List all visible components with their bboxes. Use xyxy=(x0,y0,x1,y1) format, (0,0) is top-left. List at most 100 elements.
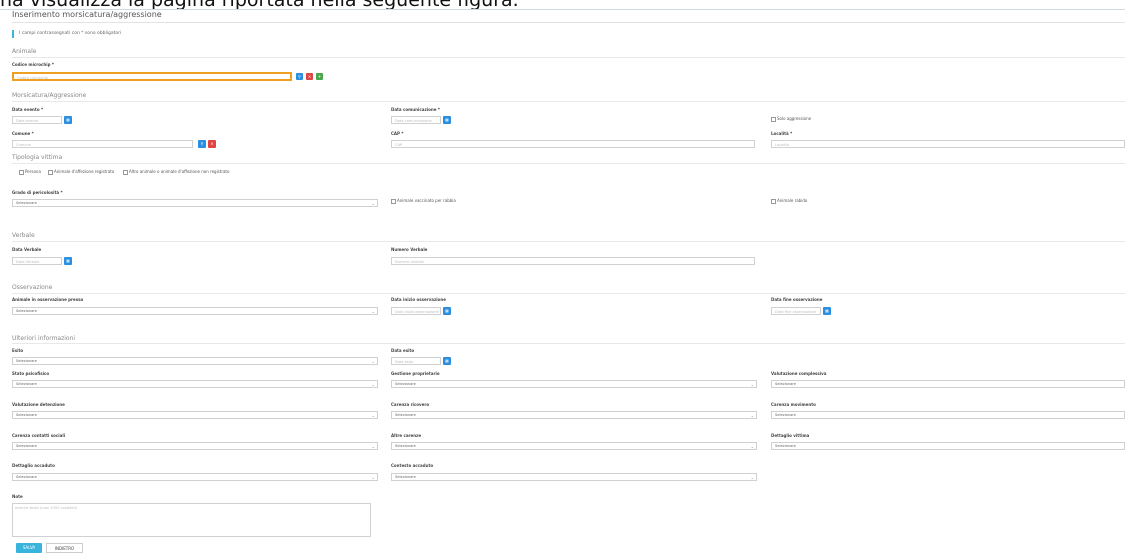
solo-aggressione-checkbox[interactable]: Solo aggressione xyxy=(771,116,811,122)
chevron-down-icon: ⌄ xyxy=(750,475,754,480)
section-divider xyxy=(12,57,1125,58)
data-inizio-calendar-button[interactable]: ▦ xyxy=(443,307,451,315)
gestione-proprietario-select[interactable]: Selezionare ⌄ xyxy=(391,380,757,388)
checkbox-box[interactable] xyxy=(123,169,128,175)
carenza-movimento-select[interactable]: Selezionare xyxy=(771,411,1125,419)
section-divider xyxy=(12,343,1125,344)
chevron-down-icon: ⌄ xyxy=(371,359,375,364)
persona-label: Persona xyxy=(25,169,41,174)
dettaglio-vittima-select[interactable]: Selezionare xyxy=(771,442,1125,450)
localita-input[interactable]: Località xyxy=(771,140,1125,148)
carenza-contatti-sociali-select[interactable]: Selezionare ⌄ xyxy=(12,442,378,450)
section-animale: Animale xyxy=(12,48,37,55)
comune-clear-button[interactable]: × xyxy=(208,140,216,148)
chevron-down-icon: ⌄ xyxy=(750,382,754,387)
select-value: Selezionare xyxy=(16,382,37,386)
calendar-icon: ▦ xyxy=(66,258,70,263)
microchip-add-button[interactable]: + xyxy=(316,73,323,80)
cap-input[interactable]: CAP xyxy=(391,140,755,148)
osservazione-presso-select[interactable]: Selezionare ⌄ xyxy=(12,307,378,315)
microchip-clear-button[interactable]: × xyxy=(306,73,313,80)
plus-icon: + xyxy=(317,74,322,79)
valutazione-detenzione-select[interactable]: Selezionare ⌄ xyxy=(12,411,378,419)
carenza-contatti-sociali-label: Carenza contatti sociali xyxy=(12,433,66,438)
chevron-down-icon: ⌄ xyxy=(371,413,375,418)
chevron-down-icon: ⌄ xyxy=(371,201,375,206)
numero-verbale-label: Numero Verbale xyxy=(391,247,428,252)
section-divider xyxy=(12,241,1125,242)
animale-rabido-checkbox[interactable]: Animale rabido xyxy=(771,198,807,204)
select-value: Selezionare xyxy=(775,382,796,386)
data-esito-calendar-button[interactable]: ▦ xyxy=(443,357,451,365)
calendar-icon: ▦ xyxy=(825,308,829,313)
comune-search-button[interactable]: ⚲ xyxy=(198,140,206,148)
localita-label: Località * xyxy=(771,131,793,136)
contesto-accaduto-select[interactable]: Selezionare ⌄ xyxy=(391,473,757,481)
data-verbale-calendar-button[interactable]: ▦ xyxy=(64,257,72,265)
comune-input[interactable]: Comune xyxy=(12,140,193,148)
chevron-down-icon: ⌄ xyxy=(371,475,375,480)
page-title: Inserimento morsicatura/aggressione xyxy=(12,10,162,19)
data-inizio-osservazione-label: Data inizio osservazione xyxy=(391,297,446,302)
animale-registrato-checkbox[interactable]: Animale d'affezione registrato xyxy=(48,169,114,175)
animale-registrato-label: Animale d'affezione registrato xyxy=(54,169,115,174)
data-evento-input[interactable]: Data evento xyxy=(12,116,62,124)
data-comunicazione-calendar-button[interactable]: ▦ xyxy=(443,116,451,124)
osservazione-presso-label: Animale in osservazione presso xyxy=(12,297,84,302)
select-value: Selezionare xyxy=(16,444,37,448)
checkbox-box[interactable] xyxy=(48,169,53,175)
data-comunicazione-label: Data comunicazione * xyxy=(391,107,440,112)
select-value: Selezionare xyxy=(775,444,796,448)
note-label: Note xyxy=(12,494,23,499)
microchip-search-button[interactable]: ⚲ xyxy=(296,73,303,80)
select-value: Selezionare xyxy=(16,309,37,313)
cap-label: CAP * xyxy=(391,131,404,136)
dettaglio-accaduto-select[interactable]: Selezionare ⌄ xyxy=(12,473,378,481)
title-divider xyxy=(12,22,1125,23)
numero-verbale-input[interactable]: Numero Verbale xyxy=(391,257,755,265)
altro-animale-label: Altro animale o animale d'affezione non … xyxy=(129,169,230,174)
carenza-ricovero-select[interactable]: Selezionare ⌄ xyxy=(391,411,757,419)
data-esito-input[interactable]: Data esito xyxy=(391,357,441,365)
checkbox-box[interactable] xyxy=(19,169,24,175)
esito-select[interactable]: Selezionare ⌄ xyxy=(12,357,378,365)
note-textarea[interactable]: Inserire testo (max 1000 caratteri) xyxy=(12,503,371,537)
data-fine-osservazione-input[interactable]: Data fine osservazione xyxy=(771,307,821,315)
chevron-down-icon: ⌄ xyxy=(750,413,754,418)
select-value: Selezionare xyxy=(16,413,37,417)
data-inizio-osservazione-input[interactable]: Data inizio osservazione xyxy=(391,307,441,315)
grado-pericolosita-select[interactable]: Selezionare ⌄ xyxy=(12,199,378,207)
persona-checkbox[interactable]: Persona xyxy=(19,169,41,175)
data-evento-label: Data evento * xyxy=(12,107,44,112)
section-tipologia-vittima: Tipologia vittima xyxy=(12,154,63,161)
altre-carenze-select[interactable]: Selezionare ⌄ xyxy=(391,442,757,450)
checkbox-box[interactable] xyxy=(771,116,776,122)
stato-psicofisico-select[interactable]: Selezionare ⌄ xyxy=(12,380,378,388)
carenza-ricovero-label: Carenza ricovero xyxy=(391,402,430,407)
select-value: Selezionare xyxy=(775,413,796,417)
required-fields-note: I campi contrassegnati con * sono obblig… xyxy=(12,30,121,38)
dettaglio-accaduto-label: Dettaglio accaduto xyxy=(12,463,55,468)
select-value: Selezionare xyxy=(395,413,416,417)
checkbox-box[interactable] xyxy=(391,198,396,204)
checkbox-box[interactable] xyxy=(771,198,776,204)
dettaglio-vittima-label: Dettaglio vittima xyxy=(771,433,810,438)
data-comunicazione-input[interactable]: Data comunicazione xyxy=(391,116,441,124)
section-ulteriori-informazioni: Ulteriori informazioni xyxy=(12,335,76,342)
data-fine-calendar-button[interactable]: ▦ xyxy=(823,307,831,315)
calendar-icon: ▦ xyxy=(66,117,70,122)
vaccinato-rabbia-label: Animale vaccinato per rabbia xyxy=(397,198,456,203)
chevron-down-icon: ⌄ xyxy=(371,444,375,449)
valutazione-detenzione-label: Valutazione detenzione xyxy=(12,402,65,407)
vaccinato-rabbia-checkbox[interactable]: Animale vaccinato per rabbia xyxy=(391,198,456,204)
select-value: Selezionare xyxy=(16,475,37,479)
altro-animale-checkbox[interactable]: Altro animale o animale d'affezione non … xyxy=(123,169,229,175)
section-verbale: Verbale xyxy=(12,232,35,239)
valutazione-complessiva-select[interactable]: Selezionare xyxy=(771,380,1125,388)
data-evento-calendar-button[interactable]: ▦ xyxy=(64,116,72,124)
chevron-down-icon: ⌄ xyxy=(371,309,375,314)
microchip-input[interactable]: Codice microchip xyxy=(12,72,292,81)
section-morsicatura: Morsicatura/Aggressione xyxy=(12,92,87,99)
data-verbale-input[interactable]: Data Verbale xyxy=(12,257,62,265)
section-osservazione: Osservazione xyxy=(12,284,53,291)
